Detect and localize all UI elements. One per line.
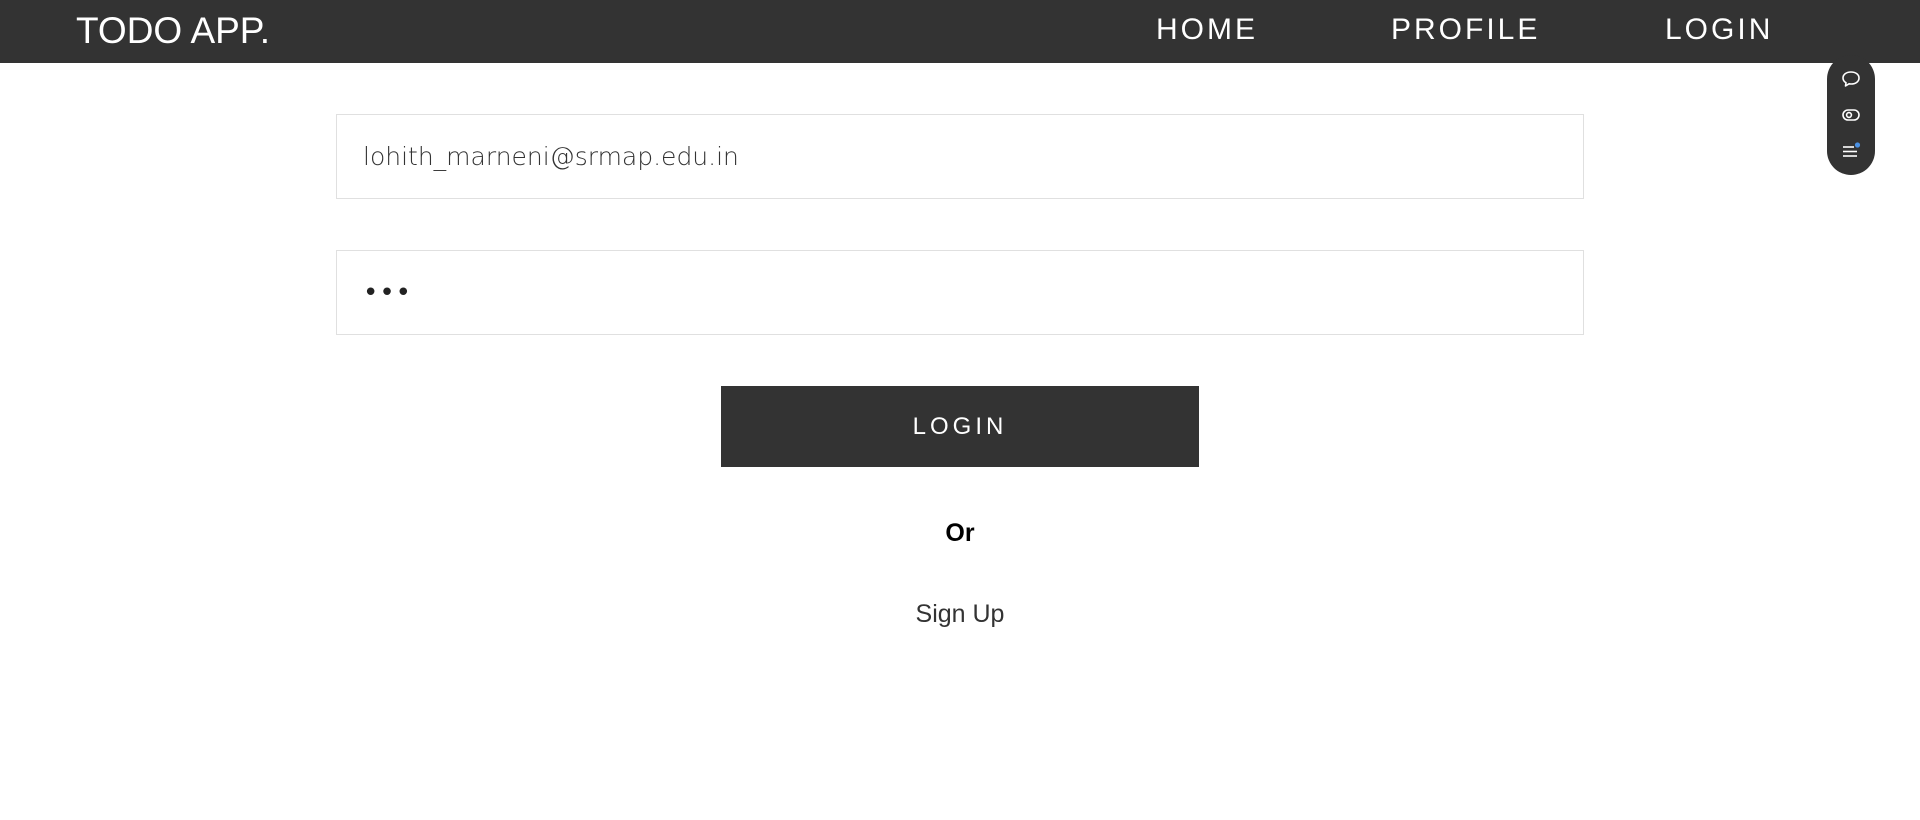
signup-link[interactable]: Sign Up [860,598,1060,630]
login-button[interactable]: LOGIN [721,386,1199,467]
or-separator: Or [945,519,975,547]
nav-home-link[interactable]: HOME [1156,12,1258,48]
top-navbar: TODO APP. HOME PROFILE LOGIN [0,0,1920,63]
brand-logo[interactable]: TODO APP. [76,9,270,53]
floating-toolbar [1827,55,1875,175]
nav-profile-link[interactable]: PROFILE [1391,12,1540,48]
password-input[interactable] [336,250,1584,335]
nav-login-link[interactable]: LOGIN [1665,12,1773,48]
chat-bubble-icon[interactable] [1841,69,1861,89]
eye-icon[interactable] [1841,105,1861,125]
email-input[interactable] [336,114,1584,199]
list-notification-icon[interactable] [1841,141,1861,161]
notification-dot [1854,142,1861,148]
